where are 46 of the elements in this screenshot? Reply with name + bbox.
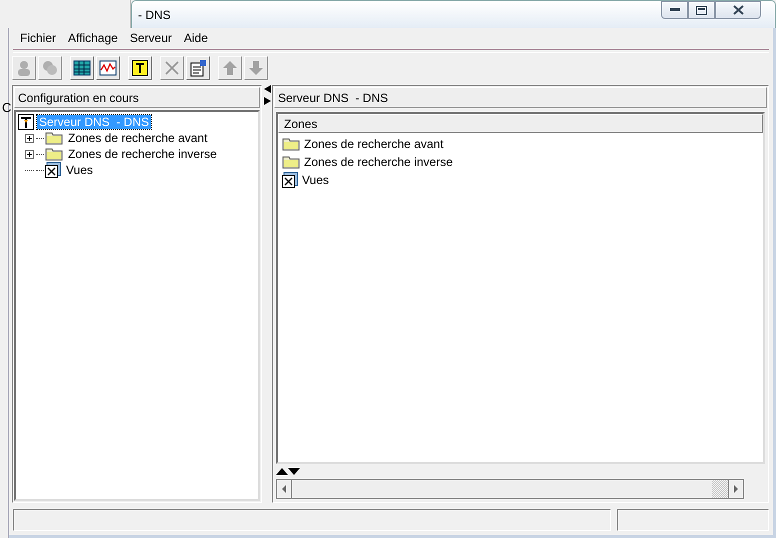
view-icon [282,172,298,188]
maximize-icon [696,6,707,14]
user-icon [15,59,33,77]
toolbar-button[interactable] [70,56,94,80]
scroll-left-icon[interactable] [282,485,286,493]
view-icon [45,162,61,178]
maximize-button[interactable] [688,1,715,19]
minimize-icon [670,8,680,12]
panel-header: Configuration en cours [14,87,260,108]
scroll-right-icon[interactable] [734,485,738,493]
list-item[interactable]: Zones de recherche inverse [304,155,453,169]
toolbar-button[interactable] [186,56,210,80]
close-button[interactable] [715,1,761,19]
list-item[interactable]: Zones de recherche avant [304,137,444,151]
toolbar-button[interactable] [128,56,152,80]
up-icon [221,59,239,77]
folder-icon [282,155,300,169]
list-item[interactable]: Vues [302,173,329,187]
menu-item[interactable]: Fichier [14,31,62,45]
folder-icon [45,131,63,145]
folder-icon [282,137,300,151]
chart-icon [99,59,117,77]
folder-icon [45,147,63,161]
tree-item[interactable]: Zones de recherche avant [66,131,210,145]
delete-icon [163,59,181,77]
tree-item[interactable]: Zones de recherche inverse [66,147,219,161]
window-title: - DNS [138,8,171,22]
tree-item[interactable]: Vues [64,163,95,177]
minimize-button[interactable] [661,1,688,19]
table-icon [73,59,91,77]
properties-icon [189,59,207,77]
toolbar-button[interactable] [96,56,120,80]
horizontal-scrollbar[interactable] [276,479,744,499]
menu-item[interactable]: Serveur [124,31,178,45]
column-header[interactable]: Zones [278,114,763,133]
panel-header: Serveur DNS - DNS [274,87,767,108]
menu-item[interactable]: Aide [178,31,214,45]
background-window-text: C [2,100,12,115]
down-icon [247,59,265,77]
expand-icon[interactable] [25,150,34,158]
scroll-thumb[interactable] [712,480,728,498]
menu-item[interactable]: Affichage [62,31,124,45]
collapse-arrows-icon[interactable] [276,467,300,475]
expand-icon[interactable] [25,134,34,142]
close-icon [732,5,744,15]
splitter-arrows-icon[interactable] [264,85,270,105]
